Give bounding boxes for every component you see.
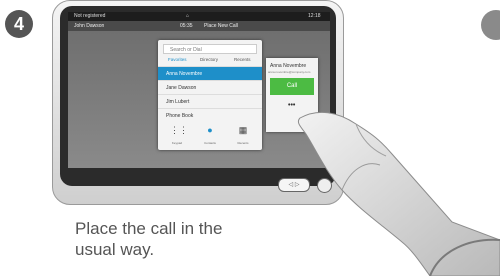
pointing-hand-icon — [297, 111, 500, 276]
